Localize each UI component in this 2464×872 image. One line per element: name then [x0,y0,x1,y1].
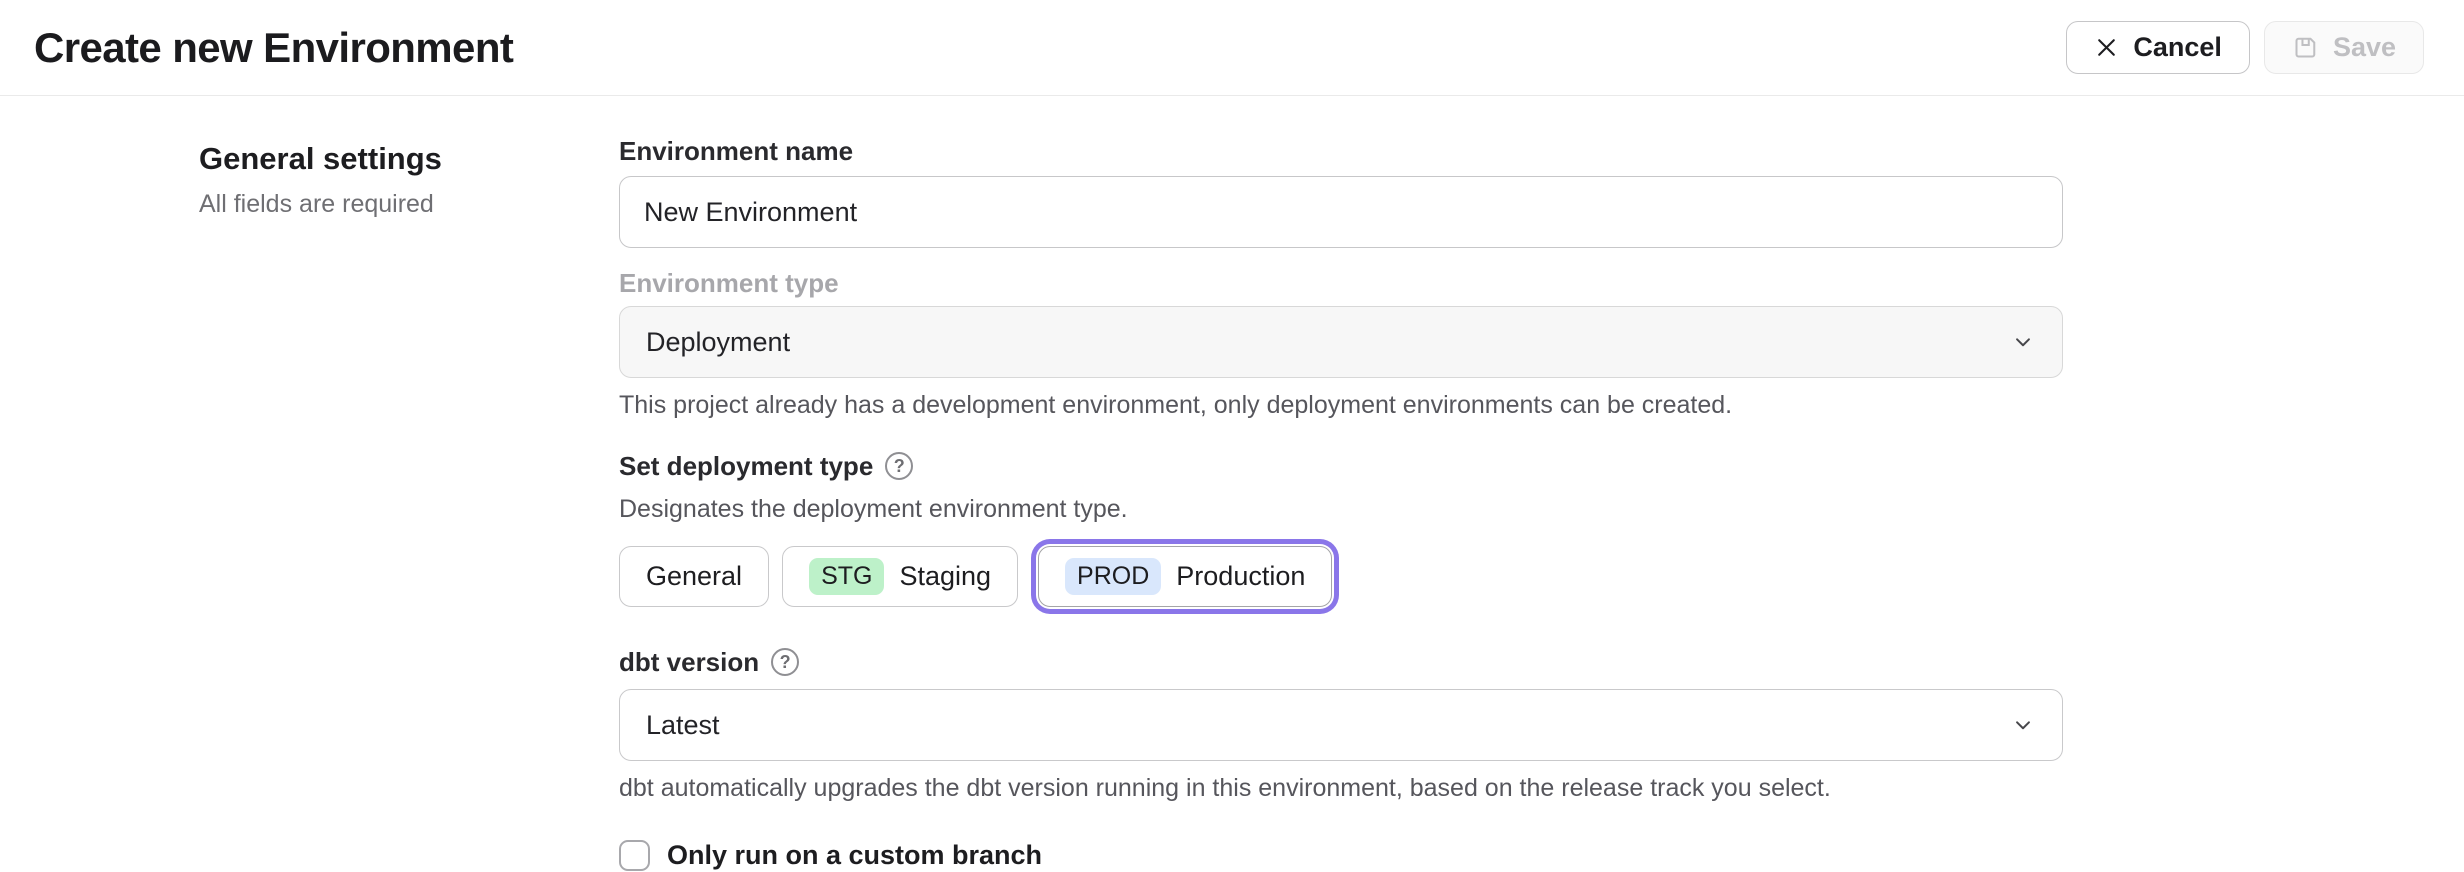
dbt-version-field: dbt version Latest dbt automatically upg… [619,647,2063,804]
dbt-version-select[interactable]: Latest [619,689,2063,761]
deployment-type-field: Set deployment type Designates the deplo… [619,451,2063,614]
chevron-down-icon [2010,329,2036,355]
deployment-type-production-label: Production [1176,561,1305,592]
custom-branch-row[interactable]: Only run on a custom branch [619,840,2063,871]
cancel-button[interactable]: Cancel [2066,21,2250,74]
close-icon [2094,35,2119,60]
deployment-type-label: Set deployment type [619,451,873,481]
environment-type-select[interactable]: Deployment [619,306,2063,378]
environment-name-input[interactable] [619,176,2063,248]
save-icon [2292,34,2319,61]
help-icon[interactable] [771,648,799,676]
environment-name-label: Environment name [619,136,2063,166]
environment-name-field: Environment name [619,136,2063,248]
chevron-down-icon [2010,712,2036,738]
dbt-version-helper: dbt automatically upgrades the dbt versi… [619,772,2063,804]
environment-type-helper: This project already has a development e… [619,389,2063,421]
deployment-type-helper: Designates the deployment environment ty… [619,493,2063,525]
settings-section-intro: General settings All fields are required [0,96,619,871]
deployment-type-production-button[interactable]: PROD Production [1038,546,1332,607]
deployment-type-general-label: General [646,561,742,592]
production-badge: PROD [1065,558,1161,595]
cancel-button-label: Cancel [2133,32,2222,63]
environment-type-label: Environment type [619,268,2063,298]
staging-badge: STG [809,558,884,595]
environment-type-field: Environment type Deployment This project… [619,268,2063,421]
deployment-type-general-button[interactable]: General [619,546,769,607]
dbt-version-label-row: dbt version [619,647,2063,677]
header-actions: Cancel Save [2066,21,2424,74]
save-button-label: Save [2333,32,2396,63]
deployment-type-label-row: Set deployment type [619,451,2063,481]
dbt-version-value: Latest [646,710,720,741]
help-icon[interactable] [885,452,913,480]
section-subheading: All fields are required [199,190,579,219]
section-heading: General settings [199,141,579,177]
custom-branch-checkbox[interactable] [619,840,650,871]
page-title: Create new Environment [34,24,513,72]
custom-branch-label: Only run on a custom branch [667,840,1042,871]
deployment-type-options: General STG Staging PROD Production [619,539,2063,614]
deployment-type-staging-button[interactable]: STG Staging [782,546,1018,607]
environment-form: Environment name Environment type Deploy… [619,96,2063,871]
dbt-version-label: dbt version [619,647,759,677]
page-header: Create new Environment Cancel Save [0,0,2464,96]
page-content: General settings All fields are required… [0,96,2464,871]
save-button[interactable]: Save [2264,21,2424,74]
deployment-type-staging-label: Staging [899,561,991,592]
environment-type-value: Deployment [646,327,790,358]
